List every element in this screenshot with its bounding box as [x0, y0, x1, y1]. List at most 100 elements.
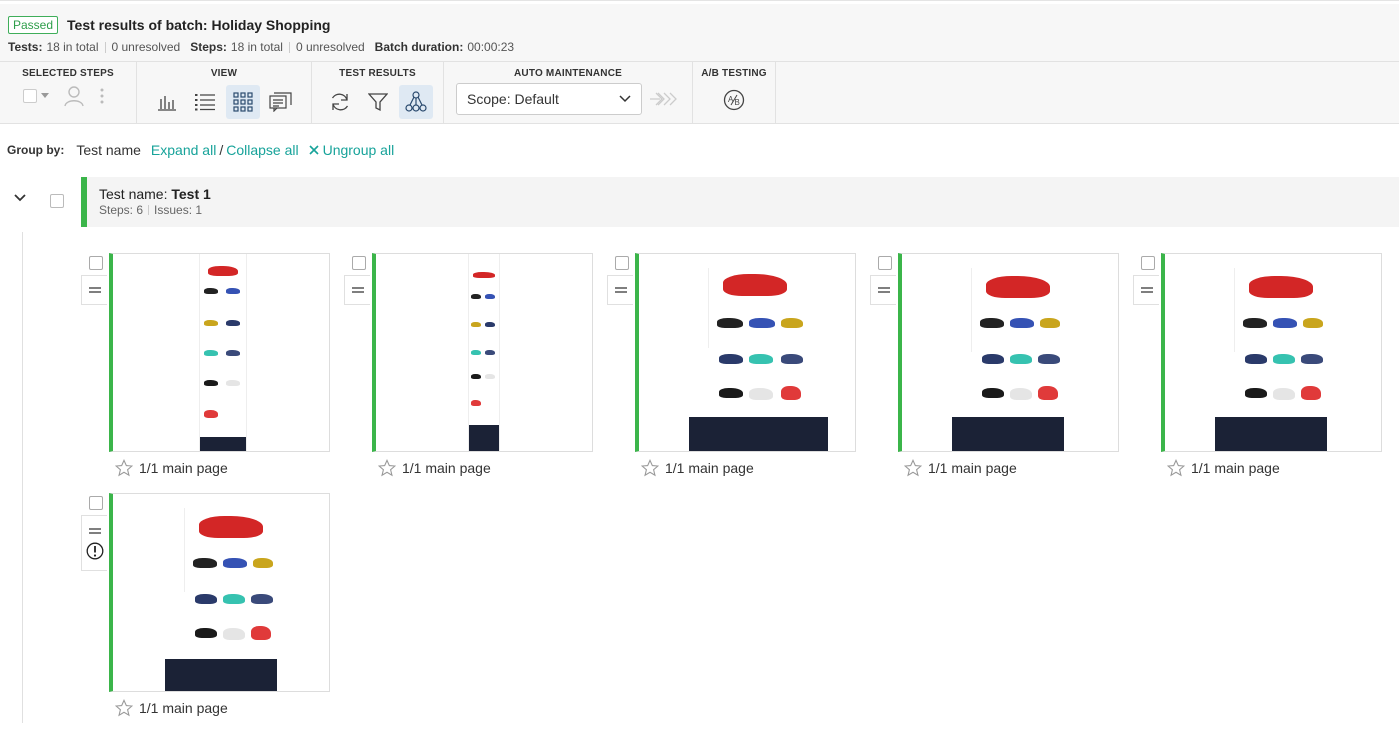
step-caption-text: 1/1 main page	[928, 460, 1017, 476]
star-icon[interactable]	[904, 459, 922, 477]
star-icon[interactable]	[1167, 459, 1185, 477]
step-menu-handle[interactable]	[81, 275, 107, 305]
refresh-icon	[331, 93, 348, 111]
ab-test-icon: AB	[723, 89, 745, 111]
caret-down-icon	[41, 93, 49, 98]
step-caption: 1/1 main page	[904, 459, 1017, 477]
test-group-row: Test name: Test 1 Steps: 6 Issues: 1	[0, 176, 1399, 228]
step-thumbnail[interactable]	[898, 253, 1119, 452]
test-group-checkbox[interactable]	[50, 194, 64, 208]
ungroup-all-link[interactable]: Ungroup all	[309, 142, 395, 158]
equals-icon	[877, 287, 890, 293]
view-graph-button[interactable]	[150, 85, 184, 119]
select-all-checkbox[interactable]	[23, 89, 49, 103]
step-thumbnail[interactable]	[1161, 253, 1382, 452]
step-menu-handle[interactable]	[81, 515, 107, 571]
step-thumbnail[interactable]	[109, 493, 330, 692]
tree-line	[22, 232, 23, 723]
step-checkbox[interactable]	[89, 496, 103, 510]
view-compare-button[interactable]	[264, 85, 298, 119]
step-menu-handle[interactable]	[870, 275, 896, 305]
duration-label: Batch duration:	[374, 40, 464, 54]
group-by-label: Group by:	[7, 143, 65, 157]
star-icon[interactable]	[641, 459, 659, 477]
refresh-button[interactable]	[323, 85, 357, 119]
test-name-label: Test name:	[99, 186, 168, 202]
checkbox[interactable]	[23, 89, 37, 103]
step-card[interactable]: 1/1 main page	[81, 253, 333, 493]
tests-total: 18 in total	[46, 40, 99, 54]
tests-label: Tests:	[8, 40, 43, 54]
step-checkbox[interactable]	[878, 256, 892, 270]
status-badge: Passed	[8, 16, 59, 34]
step-thumbnail[interactable]	[109, 253, 330, 452]
svg-text:A: A	[728, 95, 734, 104]
link-separator: /	[219, 142, 224, 158]
step-checkbox[interactable]	[1141, 256, 1155, 270]
group-by-value[interactable]: Test name	[76, 142, 141, 158]
steps-unresolved: 0 unresolved	[295, 40, 365, 54]
step-card[interactable]: 1/1 main page	[1133, 253, 1385, 493]
screenshot-image	[952, 254, 1064, 451]
scope-value: Scope: Default	[467, 91, 559, 107]
ungroup-all-label: Ungroup all	[322, 142, 395, 158]
step-card[interactable]: 1/1 main page	[870, 253, 1122, 493]
more-vertical-icon[interactable]	[99, 87, 105, 105]
ab-testing-button[interactable]: AB	[717, 83, 751, 117]
step-caption: 1/1 main page	[1167, 459, 1280, 477]
step-menu-handle[interactable]	[607, 275, 633, 305]
step-checkbox[interactable]	[89, 256, 103, 270]
step-checkbox[interactable]	[615, 256, 629, 270]
step-caption-text: 1/1 main page	[139, 700, 228, 716]
screenshot-image	[468, 254, 500, 451]
equals-icon	[614, 287, 627, 293]
equals-icon	[351, 287, 364, 293]
step-menu-handle[interactable]	[1133, 275, 1159, 305]
root-cause-button[interactable]	[398, 85, 433, 119]
step-checkbox[interactable]	[352, 256, 366, 270]
step-caption-text: 1/1 main page	[402, 460, 491, 476]
assign-user-icon[interactable]	[63, 85, 85, 107]
selected-steps-group: SELECTED STEPS	[0, 62, 137, 123]
auto-maintenance-group: AUTO MAINTENANCE Scope: Default	[444, 62, 693, 123]
divider	[148, 205, 150, 215]
view-list-button[interactable]	[188, 85, 222, 119]
collapse-all-link[interactable]: Collapse all	[226, 142, 298, 158]
step-caption: 1/1 main page	[115, 459, 228, 477]
svg-text:B: B	[735, 98, 740, 107]
toolbar: SELECTED STEPS VIEW TEST RESULTS AUTO MA…	[0, 62, 1399, 124]
expand-all-link[interactable]: Expand all	[151, 142, 216, 158]
screenshot-image	[199, 254, 247, 451]
step-thumbnail[interactable]	[635, 253, 856, 452]
divider	[104, 41, 106, 53]
divider	[288, 41, 290, 53]
step-card[interactable]: 1/1 main page	[81, 493, 333, 733]
step-thumbnail[interactable]	[372, 253, 593, 452]
auto-maintenance-label: AUTO MAINTENANCE	[513, 68, 622, 79]
step-caption-text: 1/1 main page	[1191, 460, 1280, 476]
steps-total: 18 in total	[230, 40, 283, 54]
screenshot-image	[1215, 254, 1327, 451]
test-group-header[interactable]: Test name: Test 1 Steps: 6 Issues: 1	[81, 177, 1399, 227]
chevron-down-icon[interactable]	[14, 194, 26, 202]
maintenance-arrows-icon[interactable]	[648, 89, 678, 109]
view-grid-button[interactable]	[226, 85, 260, 119]
star-icon[interactable]	[378, 459, 396, 477]
selected-steps-label: SELECTED STEPS	[22, 68, 114, 79]
step-menu-handle[interactable]	[344, 275, 370, 305]
step-caption-text: 1/1 main page	[665, 460, 754, 476]
issues-count: Issues: 1	[154, 203, 203, 217]
tests-unresolved: 0 unresolved	[111, 40, 181, 54]
steps-grid: 1/1 main page 1/1 main page 1/1 main pag…	[0, 232, 1399, 723]
issue-icon[interactable]	[86, 542, 104, 560]
ab-testing-label: A/B TESTING	[701, 68, 767, 79]
star-icon[interactable]	[115, 699, 133, 717]
scope-select[interactable]: Scope: Default	[456, 83, 642, 115]
step-card[interactable]: 1/1 main page	[344, 253, 596, 493]
step-caption: 1/1 main page	[115, 699, 228, 717]
step-card[interactable]: 1/1 main page	[607, 253, 859, 493]
filter-button[interactable]	[361, 85, 395, 119]
step-caption-text: 1/1 main page	[139, 460, 228, 476]
star-icon[interactable]	[115, 459, 133, 477]
chevron-down-icon	[619, 95, 631, 103]
